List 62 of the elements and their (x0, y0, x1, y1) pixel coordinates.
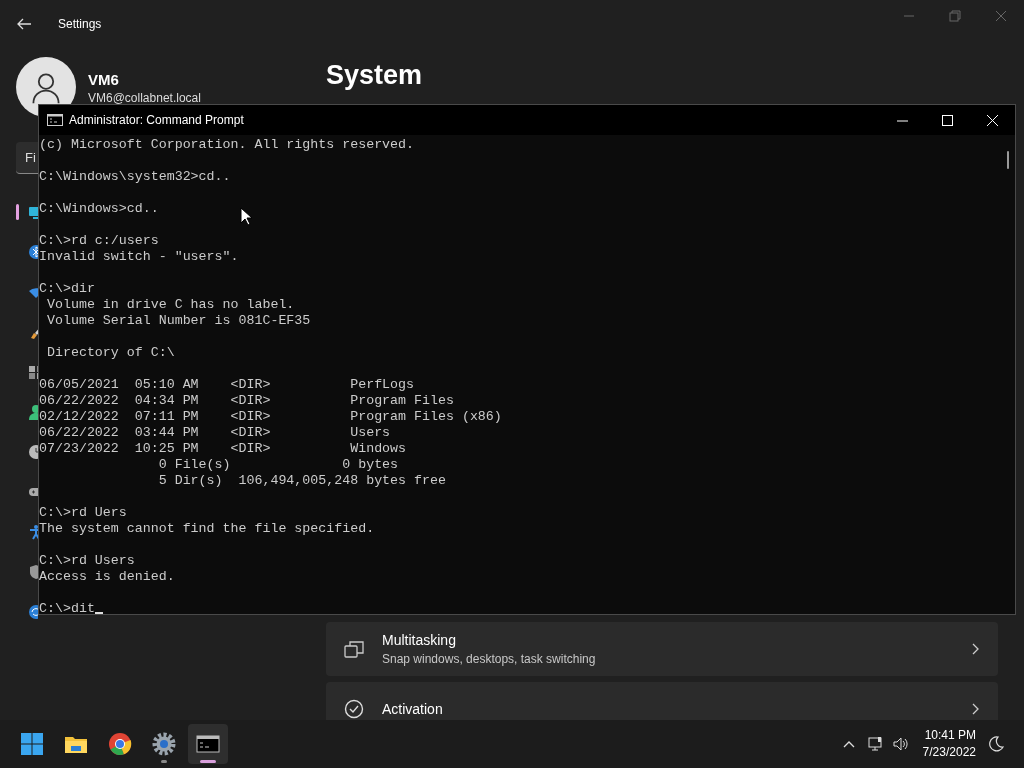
console-taskbar-button[interactable] (188, 724, 228, 764)
speaker-icon[interactable] (892, 736, 909, 752)
console-line: Access is denied. (39, 569, 175, 585)
console-line: 0 File(s) 0 bytes (157, 457, 399, 473)
clock-time[interactable]: 10:41 PM (924, 727, 976, 744)
search-field[interactable]: Fi (16, 142, 38, 174)
settings-card[interactable]: Activation (326, 682, 998, 720)
console-line: C:\>rd Uers (39, 505, 127, 521)
card-subtitle: Snap windows, desktops, task switching (382, 652, 597, 666)
console-line: 06/22/2022 04:34 PM <DIR> Program Files (39, 393, 454, 409)
back-arrow-icon[interactable] (16, 16, 32, 32)
card-title: Multitasking (382, 632, 457, 648)
window-title: Settings (58, 17, 102, 31)
system-icon[interactable] (28, 204, 38, 220)
console-line: (c) Microsoft Corporation. All rights reserved. (39, 137, 415, 153)
console-line: C:\Windows>cd.. (39, 201, 159, 217)
console-line: C:\>dir (39, 281, 95, 297)
maximize-icon (942, 114, 953, 126)
close-icon (995, 10, 1007, 22)
text-cursor (94, 612, 103, 614)
restore-icon (949, 10, 961, 22)
close-icon (987, 114, 998, 126)
console-line: C:\>rd c:/users (39, 233, 159, 249)
person-icon[interactable] (28, 404, 38, 420)
clock-date[interactable]: 7/23/2022 (922, 744, 976, 761)
console-line: Directory of C:\ (45, 345, 175, 361)
console-line: 02/12/2022 07:11 PM <DIR> Program Files (x86) (39, 409, 502, 425)
console-line: Invalid switch - "users". (39, 249, 239, 265)
update-icon[interactable] (28, 604, 38, 620)
shield-icon[interactable] (28, 564, 38, 580)
browser-icon (108, 732, 132, 756)
gear-icon (152, 732, 176, 756)
clock-icon[interactable] (28, 444, 38, 460)
console-line: C:\>dit (39, 601, 95, 614)
window-title: Administrator: Command Prompt (69, 113, 244, 127)
console-line: C:\>rd Users (39, 553, 135, 569)
console-line: 06/05/2021 05:10 AM <DIR> PerfLogs (39, 377, 415, 393)
scrollbar-thumb[interactable] (1007, 151, 1009, 169)
console-line: 5 Dir(s) 106,494,005,248 bytes free (157, 473, 446, 489)
mouse-pointer-icon (240, 207, 252, 226)
apps-icon[interactable] (28, 364, 38, 380)
console-line: Volume in drive C has no label. (45, 297, 295, 313)
settings-card[interactable]: Multitasking Snap windows, desktops, task switching (326, 622, 998, 676)
console-line: 07/23/2022 10:25 PM <DIR> Windows (39, 441, 407, 457)
accessibility-icon[interactable] (28, 524, 38, 540)
network-icon[interactable] (866, 736, 883, 752)
checkmark-circle-icon (344, 699, 364, 719)
user-name: VM6 (88, 71, 120, 88)
moon-icon[interactable] (988, 736, 1004, 752)
user-email: VM6@collabnet.local (88, 91, 201, 105)
page-title: System (326, 59, 424, 92)
chevron-right-icon (970, 703, 980, 715)
console-line: Volume Serial Number is 081C-EF35 (45, 313, 311, 329)
windows-stack-icon (344, 639, 364, 659)
card-title: Activation (382, 701, 444, 717)
windows-logo-icon (20, 732, 44, 756)
chevron-right-icon (970, 643, 980, 655)
console-line: C:\Windows\system32>cd.. (39, 169, 231, 185)
console-icon (47, 114, 63, 126)
console-line: The system cannot find the file specified. (39, 521, 375, 537)
console-icon (196, 732, 220, 756)
console-line: 06/22/2022 03:44 PM <DIR> Users (39, 425, 391, 441)
